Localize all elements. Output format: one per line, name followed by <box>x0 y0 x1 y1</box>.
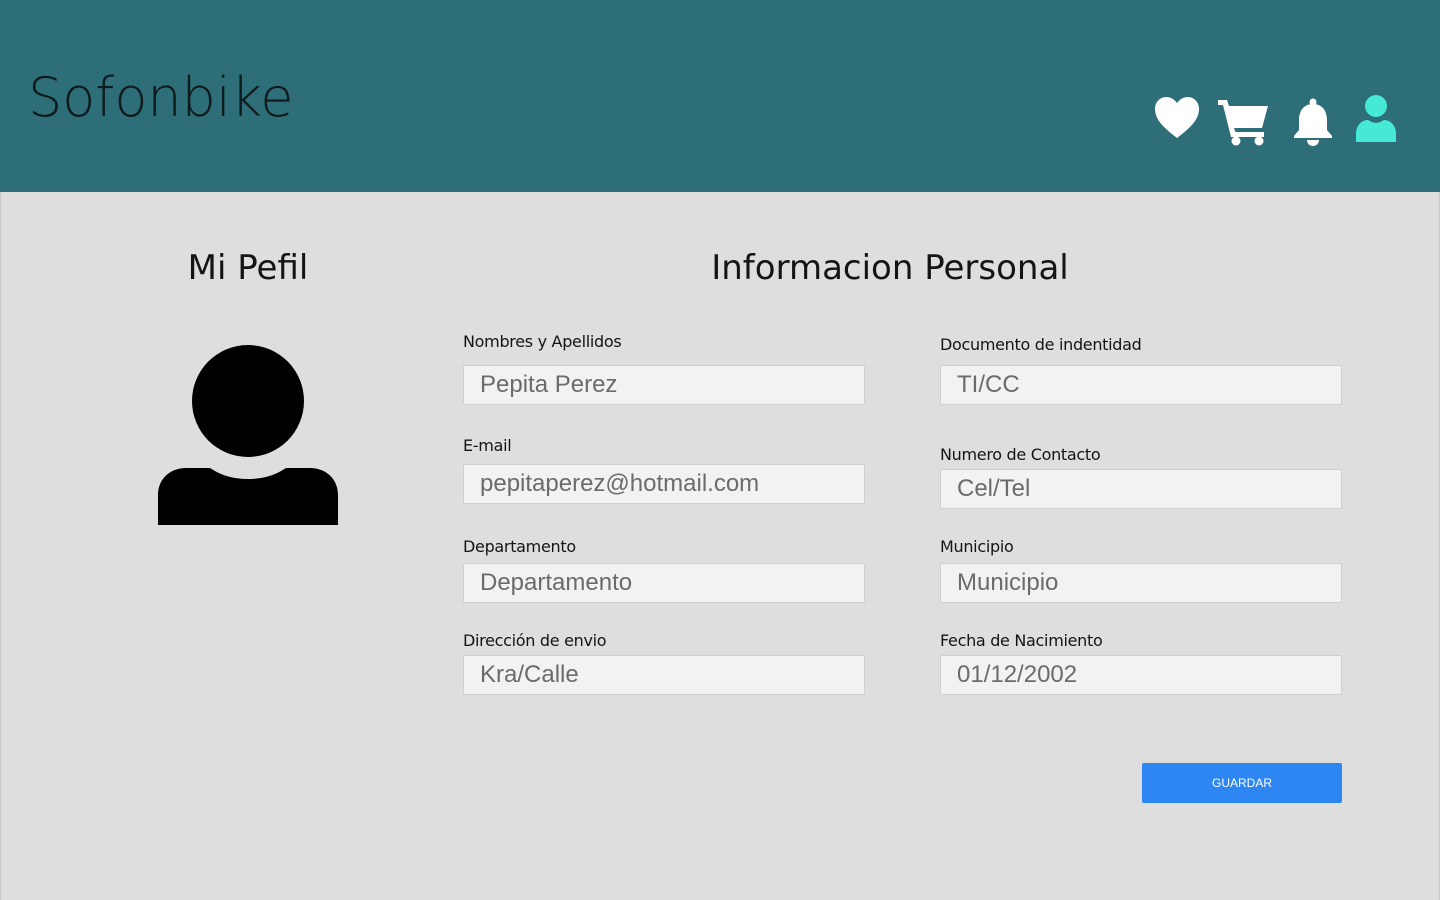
label-full-name: Nombres y Apellidos <box>463 332 622 351</box>
label-shipping-address: Dirección de envio <box>463 631 607 650</box>
heart-icon[interactable] <box>1154 96 1200 140</box>
cart-icon[interactable] <box>1218 98 1270 146</box>
label-contact-number: Numero de Contacto <box>940 445 1101 464</box>
label-email: E-mail <box>463 436 512 455</box>
save-button[interactable]: GUARDAR <box>1142 763 1342 803</box>
email-input[interactable] <box>463 464 865 504</box>
label-birth-date: Fecha de Nacimiento <box>940 631 1103 650</box>
municipality-input[interactable] <box>940 563 1342 603</box>
contact-number-input[interactable] <box>940 469 1342 509</box>
sofonbike-logo[interactable]: Sofonbike <box>28 66 293 129</box>
profile-title: Mi Pefil <box>187 248 309 288</box>
id-document-input[interactable] <box>940 365 1342 405</box>
personal-info-title: Informacion Personal <box>711 248 1069 288</box>
label-municipality: Municipio <box>940 537 1014 556</box>
avatar-icon <box>158 345 338 529</box>
label-id-document: Documento de indentidad <box>940 335 1142 354</box>
shipping-address-input[interactable] <box>463 655 865 695</box>
birth-date-input[interactable] <box>940 655 1342 695</box>
department-input[interactable] <box>463 563 865 603</box>
full-name-input[interactable] <box>463 365 865 405</box>
bell-icon[interactable] <box>1292 98 1334 146</box>
label-department: Departamento <box>463 537 576 556</box>
user-icon[interactable] <box>1354 94 1398 142</box>
top-header: Sofonbike <box>0 0 1440 192</box>
